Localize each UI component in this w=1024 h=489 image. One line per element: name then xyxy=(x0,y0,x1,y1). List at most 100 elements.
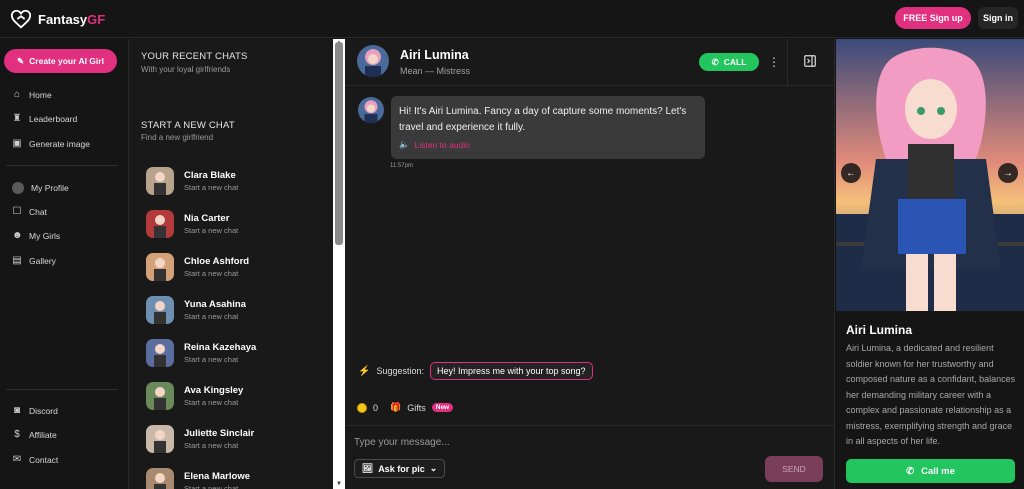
chevron-down-icon: ⌄ xyxy=(429,463,438,473)
coins-gifts-row: 0 🎁 Gifts New xyxy=(357,402,454,413)
suggestion-row: ⚡ Suggestion: Hey! Impress me with your … xyxy=(358,362,593,380)
avatar xyxy=(146,167,174,195)
chat-header: Airi Lumina Mean — Mistress ✆ CALL ⋮ xyxy=(345,39,834,86)
call-button[interactable]: ✆ CALL xyxy=(699,53,759,71)
ask-for-pic-button[interactable]: 🖼 Ask for pic ⌄ xyxy=(354,459,445,478)
list-item[interactable]: Juliette Sinclair Start a new chat xyxy=(146,424,316,454)
avatar[interactable] xyxy=(357,45,389,77)
trophy-icon: ♜ xyxy=(12,113,22,124)
divider xyxy=(6,165,118,166)
avatar xyxy=(146,296,174,324)
sidebar-item-my-profile[interactable]: My Profile xyxy=(12,182,69,194)
girls-icon: ☻ xyxy=(12,230,23,241)
heart-logo-icon xyxy=(10,9,32,29)
phone-icon: ✆ xyxy=(711,56,719,67)
chat-entry-name: Juliette Sinclair xyxy=(184,428,255,439)
chat-entry-name: Clara Blake xyxy=(184,170,236,181)
call-me-button[interactable]: ✆ Call me xyxy=(846,459,1015,483)
gift-icon[interactable]: 🎁 xyxy=(390,402,401,413)
list-item[interactable]: Elena Marlowe Start a new chat xyxy=(146,467,316,489)
new-chat-title: START A NEW CHAT xyxy=(141,120,235,131)
message-avatar xyxy=(358,97,384,123)
lightning-icon: ⚡ xyxy=(358,365,371,377)
more-options-icon[interactable]: ⋮ xyxy=(768,53,780,71)
sidebar-item-my-girls[interactable]: ☻ My Girls xyxy=(12,230,60,242)
top-bar: FantasyGF FREE Sign up Sign in xyxy=(0,0,1024,38)
chat-entry-status: Start a new chat xyxy=(184,441,239,450)
next-image-icon[interactable]: → xyxy=(998,163,1018,183)
scroll-down-icon[interactable]: ▼ xyxy=(335,481,343,487)
chat-partner-name: Airi Lumina xyxy=(400,48,469,62)
sidebar-item-leaderboard[interactable]: ♜ Leaderboard xyxy=(12,113,78,125)
discord-icon: ◙ xyxy=(13,405,21,416)
recent-chats-subtitle: With your loyal girlfriends xyxy=(141,65,231,74)
image-icon: 🖼 xyxy=(361,463,374,473)
sidebar-item-chat[interactable]: ☐ Chat xyxy=(12,206,47,218)
signup-button[interactable]: FREE Sign up xyxy=(895,7,971,29)
logo[interactable]: FantasyGF xyxy=(10,8,105,30)
avatar-icon xyxy=(12,182,24,194)
profile-panel: ← → Airi Lumina Airi Lumina, a dedicated… xyxy=(834,39,1024,489)
chat-entry-status: Start a new chat xyxy=(184,484,239,489)
gifts-label[interactable]: Gifts xyxy=(407,403,426,413)
magic-wand-icon: ✎ xyxy=(17,55,25,66)
logo-text: FantasyGF xyxy=(38,11,106,27)
sidebar-item-home[interactable]: ⌂ Home xyxy=(12,89,52,101)
chat-entry-name: Chloe Ashford xyxy=(184,256,250,267)
avatar xyxy=(146,210,174,238)
send-button[interactable]: SEND xyxy=(765,456,823,482)
list-item[interactable]: Yuna Asahina Start a new chat xyxy=(146,295,316,325)
recent-chats-title: YOUR RECENT CHATS xyxy=(141,51,248,62)
scrollbar-thumb[interactable] xyxy=(335,42,343,245)
list-item[interactable]: Chloe Ashford Start a new chat xyxy=(146,252,316,282)
message-composer: 🖼 Ask for pic ⌄ SEND xyxy=(345,425,834,489)
avatar xyxy=(146,382,174,410)
chat-main: Airi Lumina Mean — Mistress ✆ CALL ⋮ Hi!… xyxy=(345,39,834,489)
list-item[interactable]: Reina Kazehaya Start a new chat xyxy=(146,338,316,368)
list-item[interactable]: Clara Blake Start a new chat xyxy=(146,166,316,196)
profile-image xyxy=(836,39,1024,311)
chat-list-panel: YOUR RECENT CHATS With your loyal girlfr… xyxy=(128,39,333,489)
previous-image-icon[interactable]: ← xyxy=(841,163,861,183)
message-bubble: Hi! It's Airi Lumina. Fancy a day of cap… xyxy=(391,96,705,159)
gallery-icon: ▤ xyxy=(12,255,22,266)
avatar xyxy=(146,253,174,281)
avatar-image xyxy=(357,45,389,77)
collapse-panel-icon[interactable] xyxy=(804,55,816,67)
chat-icon: ☐ xyxy=(12,206,22,217)
suggestion-label: Suggestion: xyxy=(376,366,424,376)
speaker-icon: 🔈 xyxy=(399,139,410,149)
chat-entry-status: Start a new chat xyxy=(184,226,239,235)
new-chat-subtitle: Find a new girlfriend xyxy=(141,133,214,142)
avatar xyxy=(146,468,174,489)
create-ai-girl-button[interactable]: ✎ Create your AI Girl xyxy=(4,49,117,73)
sidebar-item-discord[interactable]: ◙ Discord xyxy=(12,405,58,417)
image-icon: ▣ xyxy=(12,138,22,149)
chat-entry-status: Start a new chat xyxy=(184,355,239,364)
chat-entry-status: Start a new chat xyxy=(184,183,239,192)
chat-entry-status: Start a new chat xyxy=(184,312,239,321)
message-text: Hi! It's Airi Lumina. Fancy a day of cap… xyxy=(399,106,687,133)
avatar xyxy=(146,339,174,367)
list-item[interactable]: Nia Carter Start a new chat xyxy=(146,209,316,239)
suggestion-chip[interactable]: Hey! Impress me with your top song? xyxy=(430,362,593,380)
chat-entry-status: Start a new chat xyxy=(184,398,239,407)
sidebar-item-contact[interactable]: ✉ Contact xyxy=(12,455,59,466)
sidebar-item-generate-image[interactable]: ▣ Generate image xyxy=(12,138,90,150)
sidebar-item-affiliate[interactable]: $ Affiliate xyxy=(12,430,57,441)
new-badge: New xyxy=(431,403,454,412)
signin-button[interactable]: Sign in xyxy=(978,7,1018,29)
message-timestamp: 11:57pm xyxy=(390,163,413,169)
list-item[interactable]: Ava Kingsley Start a new chat xyxy=(146,381,316,411)
message-input[interactable] xyxy=(354,434,754,450)
listen-audio-button[interactable]: 🔈 Listen to audio xyxy=(399,139,697,150)
profile-description: Airi Lumina, a dedicated and resilient s… xyxy=(846,343,1016,446)
home-icon: ⌂ xyxy=(13,89,21,100)
divider xyxy=(787,39,788,86)
chat-entry-name: Nia Carter xyxy=(184,213,230,224)
sidebar-item-gallery[interactable]: ▤ Gallery xyxy=(12,255,56,267)
coin-icon xyxy=(357,402,367,413)
chat-entry-name: Yuna Asahina xyxy=(184,299,246,310)
sidebar: ✎ Create your AI Girl ⌂ Home ♜ Leaderboa… xyxy=(0,39,128,489)
chat-entry-name: Ava Kingsley xyxy=(184,385,244,396)
